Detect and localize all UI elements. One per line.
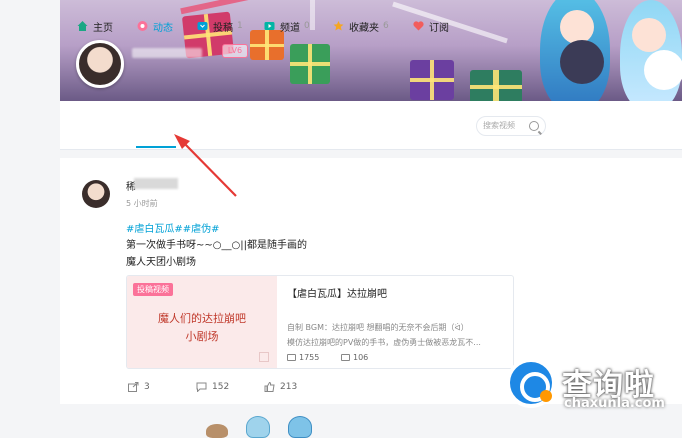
favorite-icon <box>333 21 344 31</box>
active-tab-indicator <box>136 146 176 148</box>
embedded-video[interactable]: 投稿视频 魔人们的达拉崩吧 小剧场 【虐白瓦瓜】达拉崩吧 自制 BGM：达拉崩吧… <box>126 275 514 369</box>
video-search-input[interactable]: 搜索视频 <box>476 116 546 136</box>
video-title[interactable]: 【虐白瓦瓜】达拉崩吧 <box>287 285 387 300</box>
thumbnail-text: 魔人们的达拉崩吧 <box>158 312 246 325</box>
channel-icon <box>264 22 275 30</box>
decorative-mascots <box>206 414 326 438</box>
tab-upload[interactable]: 投稿 1 <box>196 18 243 34</box>
tab-label: 主页 <box>93 22 113 34</box>
tab-label: 频道 <box>280 22 300 34</box>
tab-home[interactable]: 主页 <box>76 18 113 34</box>
post-avatar[interactable] <box>82 180 110 208</box>
profile-name-redacted <box>132 48 202 58</box>
tab-label: 动态 <box>153 22 173 34</box>
level-badge: LV6 <box>222 44 248 58</box>
danmaku-count: 106 <box>341 353 368 362</box>
danmaku-count-value: 106 <box>353 353 369 362</box>
post-text-line: 魔人天团小剧场 <box>126 257 196 268</box>
thumbnail-text: 小剧场 <box>185 330 219 343</box>
search-icon[interactable] <box>529 121 539 131</box>
post-time: 5 小时前 <box>126 199 158 208</box>
username-redacted <box>134 178 178 189</box>
thumbnail-corner-mark <box>259 352 269 362</box>
share-button[interactable]: 3 <box>128 382 150 392</box>
video-thumbnail[interactable]: 投稿视频 魔人们的达拉崩吧 小剧场 <box>127 276 277 368</box>
like-icon <box>264 382 275 392</box>
tab-label: 收藏夹 <box>349 22 379 34</box>
tab-label: 投稿 <box>213 22 233 34</box>
like-button[interactable]: 213 <box>264 382 297 392</box>
search-placeholder: 搜索视频 <box>483 121 515 130</box>
play-icon <box>287 354 296 361</box>
danmaku-icon <box>341 354 350 361</box>
profile-nav <box>60 101 682 150</box>
share-icon <box>128 382 139 392</box>
profile-avatar[interactable] <box>76 40 124 88</box>
home-icon <box>77 21 88 31</box>
dynamic-icon <box>137 21 148 31</box>
post-tags[interactable]: #虐白瓦瓜##虐伪# <box>126 220 220 235</box>
play-count-value: 1755 <box>299 353 320 362</box>
watermark-url: chaxunla.com <box>564 396 665 411</box>
like-count: 213 <box>280 382 298 392</box>
subscribe-icon <box>413 21 424 31</box>
tab-count: 1 <box>237 21 243 31</box>
tab-count: 6 <box>383 21 389 31</box>
video-description: 模仿达拉崩吧的PV做的手书，虚伪勇士做被恶龙瓦不... <box>287 338 481 347</box>
tab-dynamic[interactable]: 动态 <box>136 18 173 34</box>
contribution-badge: 投稿视频 <box>133 283 173 296</box>
comment-button[interactable]: 152 <box>196 382 229 392</box>
site-watermark: 查询啦 chaxunla.com <box>506 352 682 422</box>
video-description: 自制 BGM：达拉崩吧 想翻唱的无奈不会后期（ᐛ） <box>287 323 469 332</box>
comment-icon <box>196 382 207 392</box>
comment-count: 152 <box>212 382 230 392</box>
tab-label: 订阅 <box>429 22 449 34</box>
play-count: 1755 <box>287 353 319 362</box>
tab-count: 0 <box>304 21 310 31</box>
upload-icon <box>197 22 208 30</box>
post-text-line: 第一次做手书呀~~○__○||都是随手画的 <box>126 240 307 251</box>
tab-subscribe[interactable]: 订阅 <box>412 18 449 34</box>
tab-favorites[interactable]: 收藏夹 6 <box>332 18 389 34</box>
share-count: 3 <box>144 382 150 392</box>
tab-channel[interactable]: 频道 0 <box>263 18 310 34</box>
